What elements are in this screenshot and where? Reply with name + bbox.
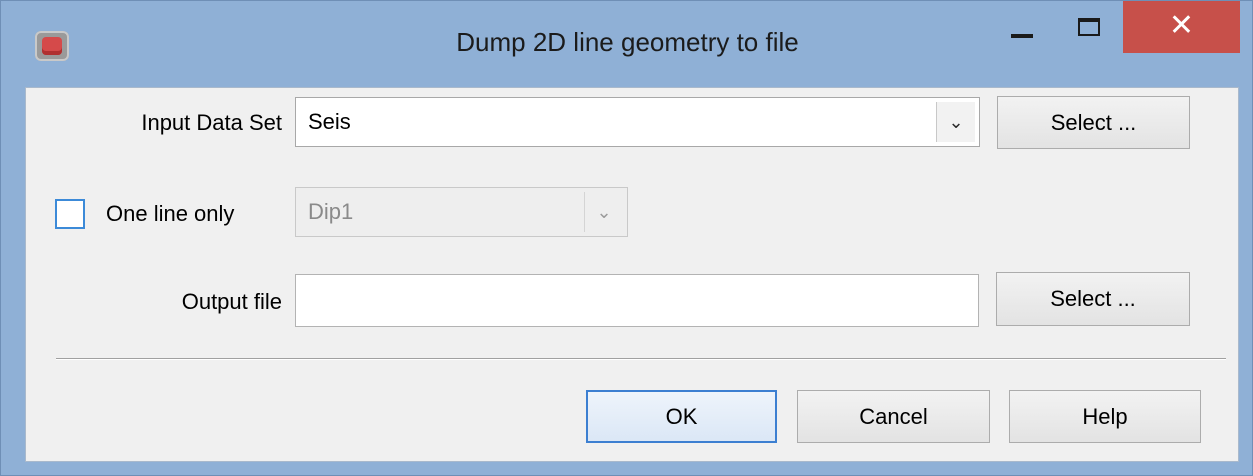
title-bar[interactable]: Dump 2D line geometry to file ✕ bbox=[1, 1, 1253, 87]
close-icon[interactable]: ✕ bbox=[1123, 1, 1240, 53]
output-file-field[interactable] bbox=[295, 274, 979, 327]
chevron-down-icon: ⌄ bbox=[584, 192, 623, 232]
cancel-button[interactable]: Cancel bbox=[797, 390, 990, 443]
output-file-label: Output file bbox=[181, 289, 282, 314]
maximize-icon[interactable] bbox=[1065, 1, 1115, 53]
one-line-only-label[interactable]: One line only bbox=[106, 201, 272, 227]
input-data-set-value: Seis bbox=[308, 109, 351, 134]
input-data-set-label: Input Data Set bbox=[141, 110, 282, 135]
help-button[interactable]: Help bbox=[1009, 390, 1201, 443]
line-select-value: Dip1 bbox=[308, 199, 354, 224]
one-line-only-checkbox[interactable] bbox=[55, 199, 85, 229]
output-file-select-button[interactable]: Select ... bbox=[996, 272, 1190, 326]
dialog-content: Input Data Set Seis ⌄ Select ... One lin… bbox=[25, 87, 1239, 462]
input-data-set-combo[interactable]: Seis ⌄ bbox=[295, 97, 980, 147]
minimize-icon[interactable] bbox=[1001, 1, 1051, 53]
input-data-set-select-button[interactable]: Select ... bbox=[997, 96, 1190, 149]
divider bbox=[56, 358, 1226, 360]
chevron-down-icon[interactable]: ⌄ bbox=[936, 102, 975, 142]
line-select-combo: Dip1 ⌄ bbox=[295, 187, 628, 237]
ok-button[interactable]: OK bbox=[586, 390, 777, 443]
dialog-window: Dump 2D line geometry to file ✕ Input Da… bbox=[0, 0, 1253, 476]
